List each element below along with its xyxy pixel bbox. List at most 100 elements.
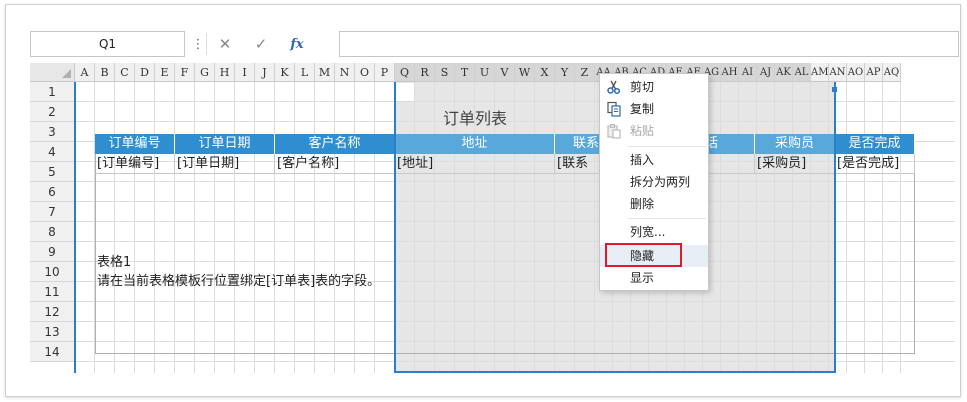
copy-icon	[606, 101, 622, 117]
column-header[interactable]: U	[475, 63, 495, 82]
confirm-icon[interactable]: ✓	[243, 32, 279, 56]
menu-item-column-width[interactable]: 列宽...	[600, 221, 708, 243]
column-header[interactable]: O	[355, 63, 375, 82]
table-title[interactable]: 订单列表	[395, 107, 555, 131]
row-header[interactable]: 3	[30, 122, 75, 142]
column-header[interactable]: AP	[865, 63, 883, 82]
column-header[interactable]: F	[175, 63, 195, 82]
row-header[interactable]: 7	[30, 202, 75, 222]
row-header[interactable]: 14	[30, 342, 75, 362]
column-header[interactable]: A	[75, 63, 95, 82]
corner-triangle-icon	[62, 69, 71, 78]
menu-item-label: 删除	[630, 197, 655, 211]
column-header[interactable]: Y	[555, 63, 575, 82]
header-order-date[interactable]: 订单日期	[175, 134, 275, 154]
column-header[interactable]: X	[535, 63, 555, 82]
row-header[interactable]: 6	[30, 182, 75, 202]
menu-item-paste[interactable]: 粘贴	[600, 120, 708, 142]
column-header[interactable]: M	[315, 63, 335, 82]
column-header[interactable]: AQ	[883, 63, 901, 82]
column-header[interactable]: AH	[721, 63, 739, 82]
grid-line	[75, 361, 955, 362]
formula-buttons: ⋮ ✕ ✓ fx	[190, 31, 340, 57]
header-customer-name[interactable]: 客户名称	[275, 134, 395, 154]
column-header[interactable]: W	[515, 63, 535, 82]
field-address[interactable]: [地址]	[395, 154, 555, 174]
column-header[interactable]: AK	[775, 63, 793, 82]
field-customer-name[interactable]: [客户名称]	[275, 154, 395, 174]
menu-item-split-column[interactable]: 拆分为两列	[600, 171, 708, 193]
column-header[interactable]: R	[415, 63, 435, 82]
column-header[interactable]: L	[295, 63, 315, 82]
field-order-no[interactable]: [订单编号]	[95, 154, 175, 174]
table-left-border	[74, 82, 76, 373]
table-label: 表格1	[97, 255, 132, 270]
column-header[interactable]: K	[275, 63, 295, 82]
row-header[interactable]: 5	[30, 162, 75, 182]
cancel-icon[interactable]: ✕	[207, 32, 243, 56]
row-header[interactable]: 1	[30, 82, 75, 102]
app-window: Q1 ⋮ ✕ ✓ fx ABCDEFGHIJKLMNOPQRSTUVWXYZAA…	[5, 4, 961, 397]
column-header[interactable]: AL	[793, 63, 811, 82]
row-header[interactable]: 4	[30, 142, 75, 162]
selection-left-border	[394, 82, 396, 373]
more-options-icon[interactable]: ⋮	[190, 37, 206, 52]
selection-right-border	[834, 82, 836, 373]
menu-item-cut[interactable]: 剪切	[600, 76, 708, 98]
row-header[interactable]: 11	[30, 282, 75, 302]
grid-line	[75, 101, 955, 102]
header-completed[interactable]: 是否完成	[835, 134, 915, 154]
row-header[interactable]: 9	[30, 242, 75, 262]
formula-input[interactable]	[339, 31, 959, 57]
header-purchaser[interactable]: 采购员	[755, 134, 835, 154]
column-header[interactable]: P	[375, 63, 395, 82]
header-order-no[interactable]: 订单编号	[95, 134, 175, 154]
field-order-date[interactable]: [订单日期]	[175, 154, 275, 174]
column-header[interactable]: V	[495, 63, 515, 82]
field-purchaser[interactable]: [采购员]	[755, 154, 835, 174]
column-header[interactable]: I	[235, 63, 255, 82]
menu-item-label: 列宽...	[630, 225, 666, 239]
menu-item-show[interactable]: 显示	[600, 267, 708, 289]
menu-separator	[628, 146, 706, 147]
column-header[interactable]: N	[335, 63, 355, 82]
row-header[interactable]: 8	[30, 222, 75, 242]
column-header[interactable]: AJ	[757, 63, 775, 82]
name-box[interactable]: Q1	[30, 31, 185, 57]
selection-bottom-border	[394, 371, 836, 373]
menu-item-insert[interactable]: 插入	[600, 149, 708, 171]
column-header[interactable]: G	[195, 63, 215, 82]
select-all-corner[interactable]	[30, 63, 75, 82]
row-header[interactable]: 13	[30, 322, 75, 342]
active-cell[interactable]	[396, 83, 415, 102]
menu-item-label: 复制	[630, 102, 655, 116]
column-header[interactable]: S	[435, 63, 455, 82]
column-header[interactable]: AI	[739, 63, 757, 82]
insert-function-icon[interactable]: fx	[279, 32, 315, 56]
column-header[interactable]: D	[135, 63, 155, 82]
row-header[interactable]: 12	[30, 302, 75, 322]
menu-item-label: 剪切	[630, 80, 655, 94]
field-completed[interactable]: [是否完成]	[835, 154, 915, 174]
menu-item-label: 插入	[630, 153, 655, 167]
menu-item-copy[interactable]: 复制	[600, 98, 708, 120]
column-header[interactable]: T	[455, 63, 475, 82]
column-header[interactable]: AN	[829, 63, 847, 82]
header-address[interactable]: 地址	[395, 134, 555, 154]
context-menu: 剪切 复制 粘贴 插入 拆分为两列 删除 列宽... 隐藏 显示	[599, 73, 709, 291]
column-header[interactable]: AO	[847, 63, 865, 82]
column-header[interactable]: B	[95, 63, 115, 82]
menu-item-delete[interactable]: 删除	[600, 193, 708, 215]
paste-icon	[606, 123, 622, 139]
column-header[interactable]: J	[255, 63, 275, 82]
row-header[interactable]: 2	[30, 102, 75, 122]
column-header[interactable]: AM	[811, 63, 829, 82]
resize-handle[interactable]	[832, 87, 837, 92]
column-header[interactable]: Q	[395, 63, 415, 82]
column-header[interactable]: E	[155, 63, 175, 82]
column-header[interactable]: C	[115, 63, 135, 82]
menu-item-label: 显示	[630, 271, 655, 285]
row-header[interactable]: 10	[30, 262, 75, 282]
column-header[interactable]: Z	[575, 63, 595, 82]
column-header[interactable]: H	[215, 63, 235, 82]
